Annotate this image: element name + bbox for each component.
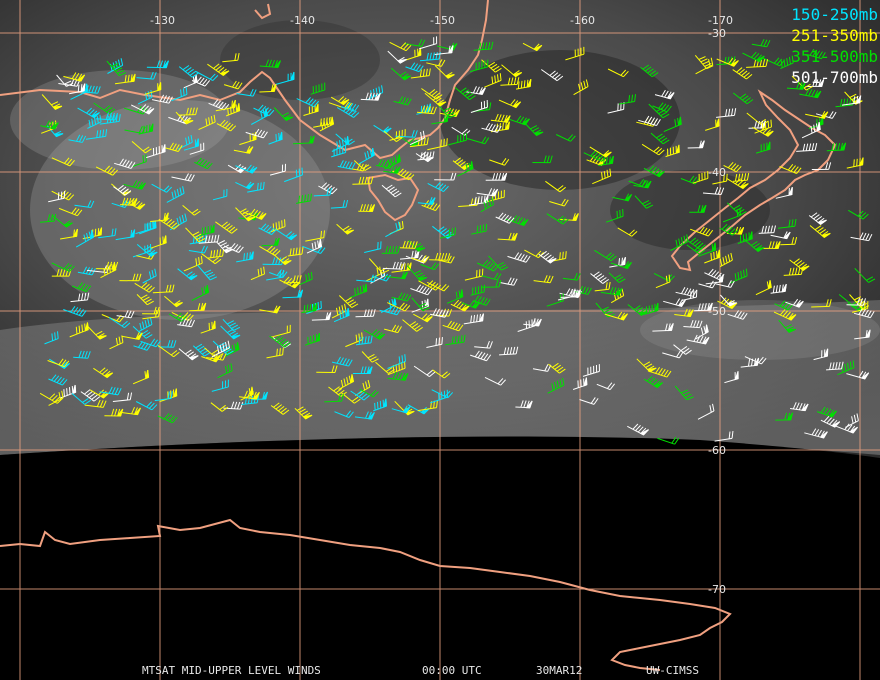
legend-item-251-350: 251-350mb (791, 26, 878, 45)
lat-label: -30 (708, 27, 726, 40)
footer-source: UW-CIMSS (646, 664, 699, 677)
legend-item-351-500: 351-500mb (791, 47, 878, 66)
image-footer: MTSAT MID-UPPER LEVEL WINDS 00:00 UTC 30… (0, 664, 880, 678)
lat-label: -40 (708, 166, 726, 179)
lon-label: -160 (570, 14, 595, 27)
lat-label: -60 (708, 444, 726, 457)
lat-label: -50 (708, 305, 726, 318)
footer-date: 30MAR12 (536, 664, 583, 677)
lon-label: -170 (708, 14, 733, 27)
lat-label: -70 (708, 583, 726, 596)
legend-item-150-250: 150-250mb (791, 5, 878, 24)
footer-product: MTSAT MID-UPPER LEVEL WINDS (142, 664, 321, 677)
pressure-level-legend: 150-250mb 251-350mb 351-500mb 501-700mb (791, 4, 878, 88)
lon-label: -140 (290, 14, 315, 27)
legend-item-501-700: 501-700mb (791, 68, 878, 87)
lon-label: -130 (150, 14, 175, 27)
footer-time: 00:00 UTC (422, 664, 482, 677)
satellite-wind-map: -130 -140 -150 -160 -170 -30 -40 -50 -60… (0, 0, 880, 680)
lon-label: -150 (430, 14, 455, 27)
